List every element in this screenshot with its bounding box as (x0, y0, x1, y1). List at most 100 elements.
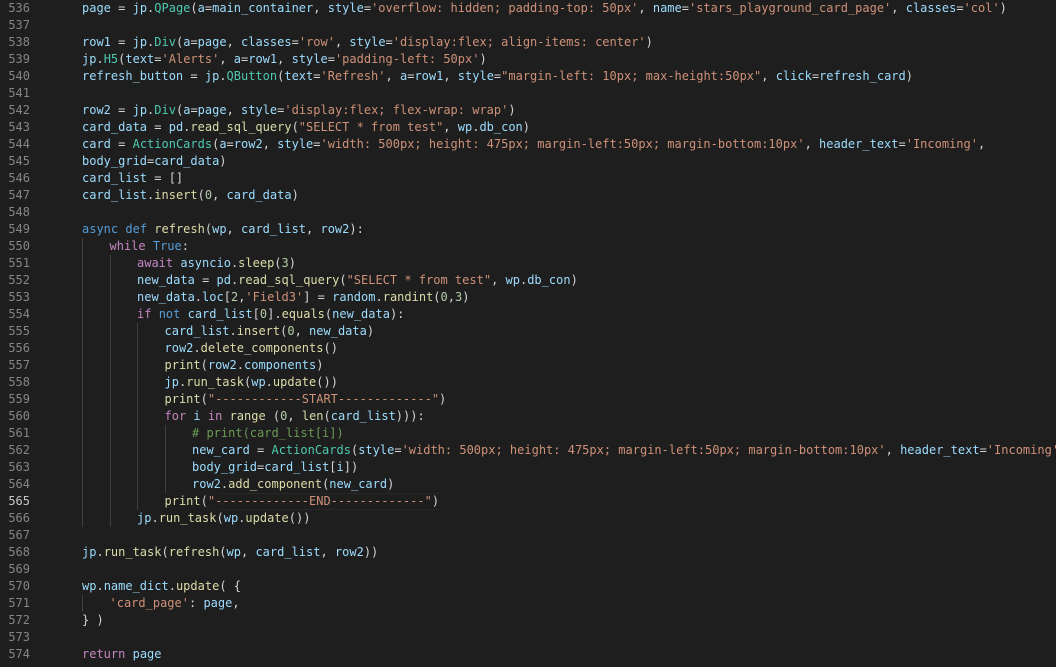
code-text: print(row2.components) (165, 357, 324, 374)
code-line[interactable]: 555 card_list.insert(0, new_data) (0, 323, 1056, 340)
code-line[interactable]: 569 (0, 561, 1056, 578)
code-token: row2 (334, 545, 364, 559)
code-token: () (323, 341, 338, 355)
code-token: Div (154, 35, 176, 49)
code-token: new_card (329, 477, 388, 491)
code-text: row2.delete_components() (165, 340, 338, 357)
code-token: ) (387, 477, 395, 491)
code-line[interactable]: 545 body_grid=card_data) (0, 153, 1056, 170)
code-token: ) (219, 154, 227, 168)
code-line[interactable]: 571 'card_page': page, (0, 595, 1056, 612)
code-line[interactable]: 568 jp.run_task(refresh(wp, card_list, ro… (0, 544, 1056, 561)
code-editor[interactable]: 536 page = jp.QPage(a=main_container, sty… (0, 0, 1056, 667)
code-token: ( (204, 222, 213, 236)
code-line[interactable]: 565 print("-------------END-------------"… (0, 493, 1056, 510)
code-line[interactable]: 547 card_list.insert(0, card_data) (0, 187, 1056, 204)
indent-guide (137, 391, 138, 408)
code-line[interactable]: 546 card_list = [] (0, 170, 1056, 187)
code-line[interactable]: 552 new_data = pd.read_sql_query("SELECT … (0, 272, 1056, 289)
code-token: jp (132, 35, 148, 49)
indent-guide (82, 340, 83, 357)
code-token: i (193, 409, 201, 423)
code-token: random (332, 290, 376, 304)
code-token: ]) (343, 460, 359, 474)
code-line[interactable]: 574 return page (0, 646, 1056, 663)
code-token: = (147, 120, 169, 134)
code-token: . (168, 579, 176, 593)
line-number: 546 (8, 171, 30, 185)
code-token: not (158, 307, 181, 321)
indent-guide (82, 459, 83, 476)
code-line[interactable]: 541 (0, 85, 1056, 102)
code-line[interactable]: 560 for i in range (0, len(card_list))): (0, 408, 1056, 425)
code-token: style (457, 69, 494, 83)
code-token: = (190, 35, 198, 49)
code-token: = (226, 137, 234, 151)
code-line[interactable]: 562 new_card = ActionCards(style='width: … (0, 442, 1056, 459)
code-token: ( (291, 120, 299, 134)
code-token: , (891, 1, 906, 15)
code-line[interactable]: 567 (0, 527, 1056, 544)
code-line[interactable]: 556 row2.delete_components() (0, 340, 1056, 357)
code-token: , (232, 596, 240, 610)
code-token: . (375, 290, 383, 304)
indent-guide (164, 425, 166, 442)
code-token: 3 (281, 256, 289, 270)
code-line[interactable]: 544 card = ActionCards(a=row2, style='wid… (0, 136, 1056, 153)
code-line[interactable]: 548 (0, 204, 1056, 221)
code-line[interactable]: 561 # print(card_list[i]) (0, 425, 1056, 442)
code-line[interactable]: 539 jp.H5(text='Alerts', a=row1, style='p… (0, 51, 1056, 68)
code-line[interactable]: 549 async def refresh(wp, card_list, row2… (0, 221, 1056, 238)
code-token: , (226, 222, 241, 236)
code-line[interactable]: 540 refresh_button = jp.QButton(text='Ref… (0, 68, 1056, 85)
code-token: while (109, 239, 146, 253)
code-line[interactable]: 559 print("------------START-------------… (0, 391, 1056, 408)
code-token: new_data (309, 324, 367, 338)
code-token: equals (281, 307, 325, 321)
code-text: card = ActionCards(a=row2, style='width:… (82, 136, 985, 153)
code-token: , (240, 545, 256, 559)
line-number: 574 (8, 647, 30, 661)
line-number: 551 (8, 256, 30, 270)
code-line[interactable]: 566 jp.run_task(wp.update()) (0, 510, 1056, 527)
code-token: update (272, 375, 317, 389)
code-line[interactable]: 553 new_data.loc[2,'Field3'] = random.ran… (0, 289, 1056, 306)
code-token: run_task (158, 511, 217, 525)
code-text: row2.add_component(new_card) (192, 476, 394, 493)
code-token: = (110, 137, 133, 151)
code-line[interactable]: 572} ) (0, 612, 1056, 629)
code-token: , (277, 52, 292, 66)
code-line[interactable]: 570 wp.name_dict.update( { (0, 578, 1056, 595)
code-token: ) (288, 256, 296, 270)
code-line[interactable]: 573 (0, 629, 1056, 646)
code-token: , (313, 1, 328, 15)
code-token: = (110, 103, 133, 117)
code-token: 'width: 500px; height: 475px; margin-lef… (320, 137, 805, 151)
code-line[interactable]: 543 card_data = pd.read_sql_query("SELECT… (0, 119, 1056, 136)
code-line[interactable]: 536 page = jp.QPage(a=main_container, sty… (0, 0, 1056, 17)
code-line[interactable]: 537 (0, 17, 1056, 34)
code-line[interactable]: 551 await asyncio.sleep(3) (0, 255, 1056, 272)
code-line[interactable]: 557 print(row2.components) (0, 357, 1056, 374)
indent-guide (137, 459, 138, 476)
code-token: style (358, 443, 395, 457)
code-line[interactable]: 564 row2.add_component(new_card) (0, 476, 1056, 493)
code-text: } ) (82, 612, 104, 629)
code-line[interactable]: 538 row1 = jp.Div(a=page, classes='row', … (0, 34, 1056, 51)
code-token: 0 (204, 188, 213, 202)
code-token: row2 (233, 137, 263, 151)
code-line[interactable]: 563 body_grid=card_list[i]) (0, 459, 1056, 476)
code-line[interactable]: 550 while True: (0, 238, 1056, 255)
code-line[interactable]: 542 row2 = jp.Div(a=page, style='display:… (0, 102, 1056, 119)
indent-guide (109, 255, 111, 272)
code-token: . (236, 358, 244, 372)
line-number: 569 (8, 562, 30, 576)
code-token: 'Refresh' (320, 69, 386, 83)
code-token: print (164, 494, 201, 508)
code-line[interactable]: 558 jp.run_task(wp.update()) (0, 374, 1056, 391)
code-line[interactable]: 554 if not card_list[0].equals(new_data): (0, 306, 1056, 323)
code-token: . (229, 324, 237, 338)
